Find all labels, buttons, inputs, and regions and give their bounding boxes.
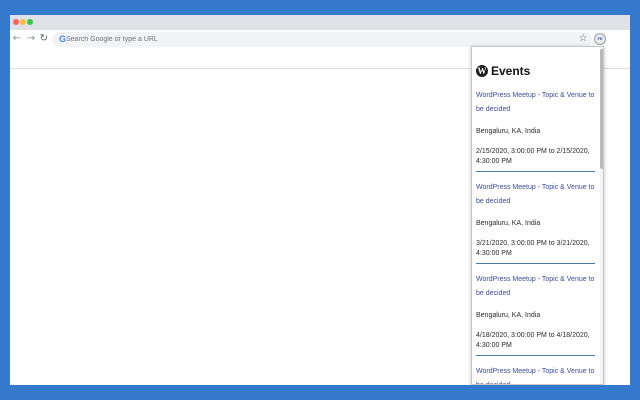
- event-item: WordPress Meetup - Topic & Venue to be d…: [476, 264, 595, 356]
- back-arrow-icon[interactable]: ←: [11, 33, 23, 45]
- events-popup: W Events WordPress Meetup - Topic & Venu…: [471, 46, 604, 385]
- wordpress-logo-icon: W: [476, 65, 488, 77]
- close-window-button[interactable]: [13, 19, 19, 25]
- popup-header: W Events: [476, 62, 595, 80]
- event-item: WordPress Meetup - Topic & Venue to be d…: [476, 80, 595, 172]
- address-bar-input[interactable]: [66, 33, 566, 46]
- event-time: 2/15/2020, 3:00:00 PM to 2/15/2020, 4:30…: [476, 148, 590, 165]
- event-location: Bengaluru, KA, India: [476, 128, 541, 135]
- extension-icon[interactable]: FE: [594, 33, 606, 45]
- event-title-link[interactable]: WordPress Meetup - Topic & Venue to be d…: [476, 89, 595, 117]
- event-time: 4/18/2020, 3:00:00 PM to 4/18/2020, 4:30…: [476, 332, 590, 349]
- event-location: Bengaluru, KA, India: [476, 220, 541, 227]
- maximize-window-button[interactable]: [27, 19, 33, 25]
- event-location: Bengaluru, KA, India: [476, 312, 541, 319]
- event-title-link[interactable]: WordPress Meetup - Topic & Venue to be d…: [476, 365, 595, 384]
- omnibox[interactable]: G: [52, 32, 592, 47]
- popup-title: Events: [491, 64, 531, 78]
- reload-icon[interactable]: ↻: [38, 33, 50, 45]
- event-item: WordPress Meetup - Topic & Venue to be d…: [476, 172, 595, 264]
- forward-arrow-icon[interactable]: →: [25, 33, 37, 45]
- browser-window: ← → ↻ G ☆ FE W Events WordPress Meetup -…: [10, 15, 630, 385]
- event-title-link[interactable]: WordPress Meetup - Topic & Venue to be d…: [476, 273, 595, 301]
- title-bar: [10, 15, 630, 30]
- event-time: 3/21/2020, 3:00:00 PM to 3/21/2020, 4:30…: [476, 240, 590, 257]
- event-title-link[interactable]: WordPress Meetup - Topic & Venue to be d…: [476, 181, 595, 209]
- bookmark-star-icon[interactable]: ☆: [577, 32, 589, 46]
- minimize-window-button[interactable]: [20, 19, 26, 25]
- events-popup-body: W Events WordPress Meetup - Topic & Venu…: [472, 47, 598, 384]
- popup-scrollbar[interactable]: [600, 47, 603, 384]
- event-item: WordPress Meetup - Topic & Venue to be d…: [476, 356, 595, 384]
- popup-scrollbar-thumb[interactable]: [600, 49, 603, 169]
